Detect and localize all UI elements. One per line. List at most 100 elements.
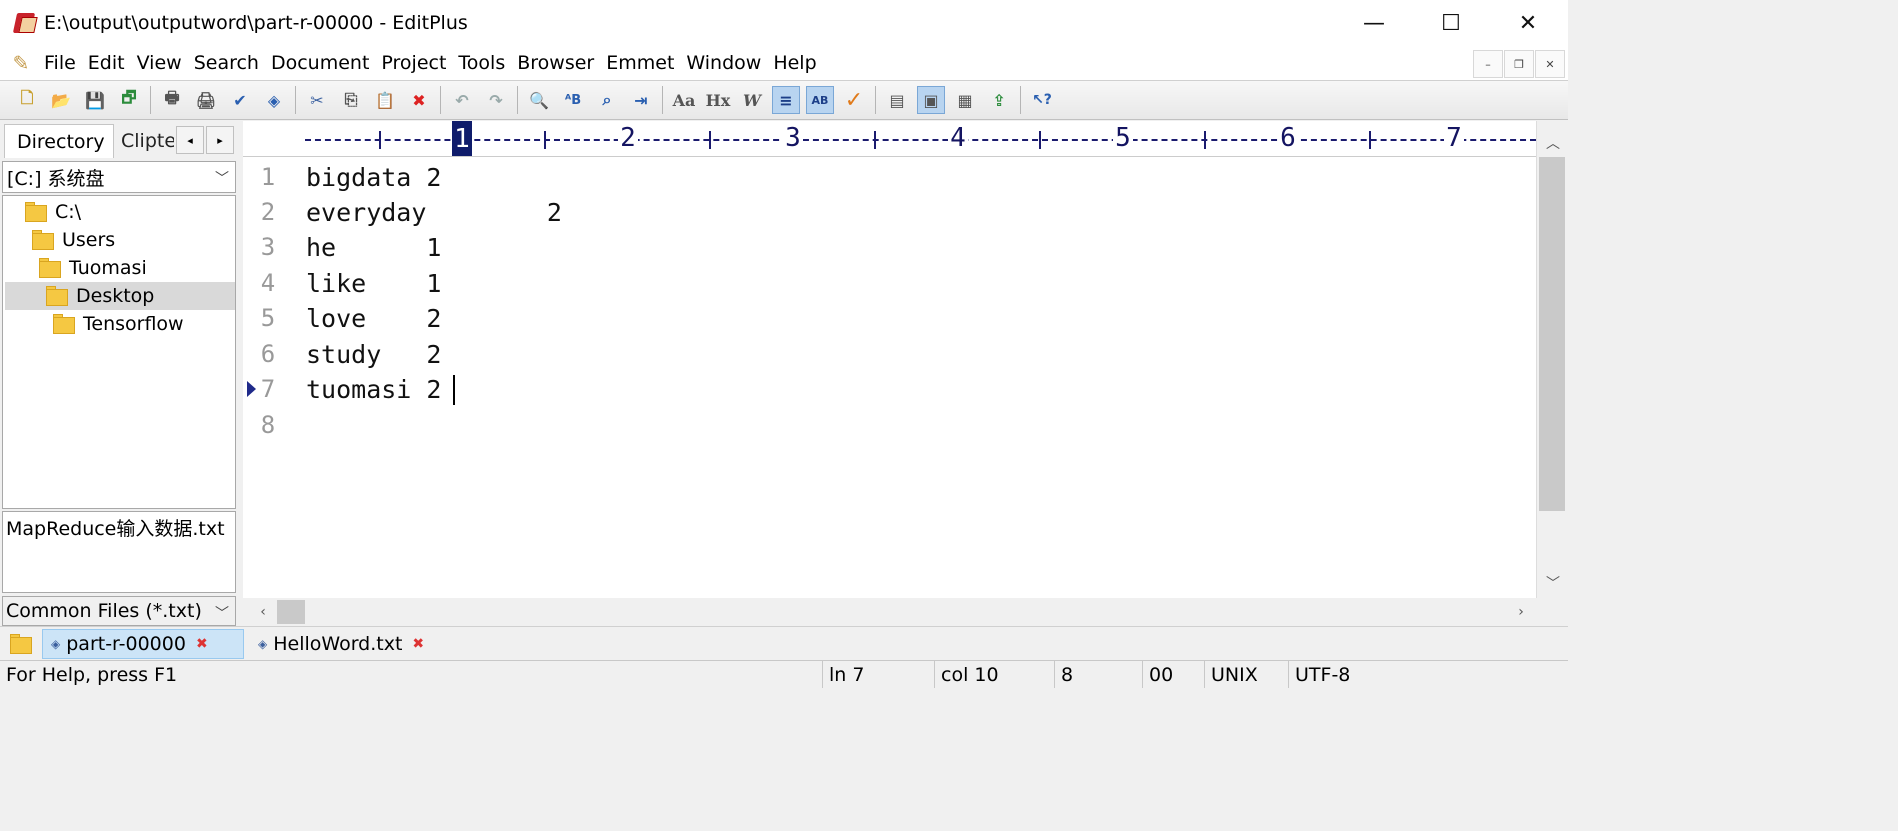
print-preview-icon[interactable]: 🖶 — [158, 86, 186, 114]
line-number: 1 — [260, 163, 276, 191]
ruler-dashes — [305, 139, 1536, 141]
spell-check-icon[interactable]: ✔ — [226, 86, 254, 114]
scroll-down-icon[interactable]: ﹀ — [1537, 569, 1569, 597]
doc-tab-helloword[interactable]: ◈ HelloWord.txt ✖ — [250, 629, 450, 659]
mdi-minimize-button[interactable]: – — [1473, 50, 1503, 78]
menu-project[interactable]: Project — [375, 52, 452, 74]
find-icon[interactable]: 🔍 — [525, 86, 553, 114]
close-tab-icon[interactable]: ✖ — [412, 636, 424, 652]
code-line: study 2 — [306, 340, 442, 369]
output-window-icon[interactable]: ▣ — [917, 86, 945, 114]
check-mark-icon[interactable]: ✓ — [840, 86, 868, 114]
menu-browser[interactable]: Browser — [511, 52, 600, 74]
toolbar-separator — [662, 86, 663, 114]
ftp-window-icon[interactable]: ⇪ — [985, 86, 1013, 114]
cliptext-window-icon[interactable]: ▦ — [951, 86, 979, 114]
mdi-restore-button[interactable]: ❐ — [1504, 50, 1534, 78]
tree-node-c-drive[interactable]: C:\ — [25, 198, 81, 226]
status-bar: For Help, press F1 ln 7 col 10 8 00 UNIX… — [0, 660, 1568, 688]
code-line: like 1 — [306, 269, 442, 298]
tab-folder-button[interactable] — [6, 629, 36, 659]
delete-icon[interactable]: ✖ — [405, 86, 433, 114]
copy-icon[interactable]: ⎘ — [337, 86, 365, 114]
line-number: 4 — [260, 269, 276, 297]
column-ruler: 1 2 3 4 5 6 7 — [243, 121, 1536, 157]
menu-edit[interactable]: Edit — [82, 52, 131, 74]
html-toolbar-icon[interactable]: Hx — [704, 86, 732, 114]
menu-window[interactable]: Window — [680, 52, 767, 74]
text-editor[interactable]: 1 2 3 4 5 6 7 8 bigdata 2 everyday 2 he … — [243, 157, 1536, 598]
close-tab-icon[interactable]: ✖ — [196, 636, 208, 652]
menu-document[interactable]: Document — [265, 52, 375, 74]
scrollbar-corner — [1536, 598, 1568, 626]
redo-icon[interactable]: ↷ — [482, 86, 510, 114]
menu-search[interactable]: Search — [188, 52, 265, 74]
new-file-icon[interactable]: 🗋 — [13, 86, 41, 114]
editplus-app-icon — [12, 9, 40, 37]
drive-select[interactable]: [C:] 系统盘 ﹀ — [2, 161, 236, 193]
vertical-scroll-thumb[interactable] — [1539, 157, 1565, 511]
horizontal-scrollbar[interactable]: ‹ › — [243, 598, 1536, 626]
text-caret — [453, 375, 455, 405]
directory-window-icon[interactable]: ▤ — [883, 86, 911, 114]
find-in-files-icon[interactable]: ⌕ — [593, 86, 621, 114]
menu-view[interactable]: View — [131, 52, 188, 74]
print-icon[interactable]: 🖨 — [192, 86, 220, 114]
menu-help[interactable]: Help — [767, 52, 822, 74]
replace-icon[interactable]: ᴬB — [559, 86, 587, 114]
folder-icon — [10, 634, 32, 654]
document-tabs: ◈ part-r-00000 ✖ ◈ HelloWord.txt ✖ — [0, 626, 1568, 660]
tree-node-users[interactable]: Users — [32, 226, 115, 254]
goto-line-icon[interactable]: ⇥ — [627, 86, 655, 114]
browser-preview-icon[interactable]: ◈ — [260, 86, 288, 114]
horizontal-scroll-thumb[interactable] — [277, 600, 305, 624]
file-filter-select[interactable]: Common Files (*.txt) ﹀ — [2, 596, 236, 626]
scroll-up-icon[interactable]: ︿ — [1537, 129, 1569, 157]
ruler-number-current: 1 — [452, 121, 472, 156]
menu-file[interactable]: File — [38, 52, 82, 74]
close-button[interactable]: ✕ — [1490, 0, 1566, 46]
line-numbers-icon[interactable]: ≡ — [772, 86, 800, 114]
status-line-ending: UNIX — [1204, 661, 1288, 688]
font-icon[interactable]: Aa — [670, 86, 698, 114]
tab-scroll-right-button[interactable]: ▸ — [206, 126, 234, 154]
scroll-right-icon[interactable]: › — [1507, 598, 1535, 626]
tree-node-tuomasi[interactable]: Tuomasi — [39, 254, 147, 282]
minimize-button[interactable]: — — [1336, 0, 1412, 46]
ruler-number: 2 — [618, 123, 638, 153]
paste-icon[interactable]: 📋 — [371, 86, 399, 114]
save-icon[interactable]: 💾 — [81, 86, 109, 114]
folder-icon — [53, 314, 75, 334]
tree-node-tensorflow[interactable]: Tensorflow — [53, 310, 184, 338]
tab-scroll-left-button[interactable]: ◂ — [176, 126, 204, 154]
save-all-icon[interactable]: 🗗 — [115, 86, 143, 114]
word-wrap-icon[interactable]: W — [738, 86, 766, 114]
open-file-icon[interactable]: 📂 — [47, 86, 75, 114]
mdi-close-button[interactable]: ✕ — [1535, 50, 1565, 78]
line-number: 6 — [260, 340, 276, 368]
code-line: love 2 — [306, 304, 442, 333]
tab-cliptext[interactable]: Clipte — [116, 124, 174, 158]
file-list-item[interactable]: MapReduce输入数据.txt — [6, 514, 232, 541]
scroll-left-icon[interactable]: ‹ — [249, 598, 277, 626]
line-number: 8 — [260, 411, 276, 439]
toolbar-separator — [875, 86, 876, 114]
undo-icon[interactable]: ↶ — [448, 86, 476, 114]
drive-label: [C:] 系统盘 — [7, 167, 105, 190]
file-list: MapReduce输入数据.txt — [2, 511, 236, 593]
cut-icon[interactable]: ✂ — [303, 86, 331, 114]
context-help-icon[interactable]: ↖? — [1028, 86, 1056, 114]
tree-node-label: Users — [62, 229, 116, 251]
menu-tools[interactable]: Tools — [452, 52, 511, 74]
menu-emmet[interactable]: Emmet — [600, 52, 680, 74]
current-line-marker-icon — [247, 381, 256, 397]
column-select-icon[interactable]: AB — [806, 86, 834, 114]
tree-node-desktop[interactable]: Desktop — [5, 282, 235, 310]
ruler-number: 5 — [1113, 123, 1133, 153]
tab-directory[interactable]: Directory — [4, 124, 114, 158]
chevron-down-icon: ﹀ — [215, 171, 229, 187]
doc-tab-part-r-00000[interactable]: ◈ part-r-00000 ✖ — [42, 629, 244, 659]
toolbar-separator — [517, 86, 518, 114]
maximize-button[interactable]: ☐ — [1413, 0, 1489, 46]
vertical-scrollbar[interactable]: ︿ ﹀ — [1536, 121, 1568, 598]
